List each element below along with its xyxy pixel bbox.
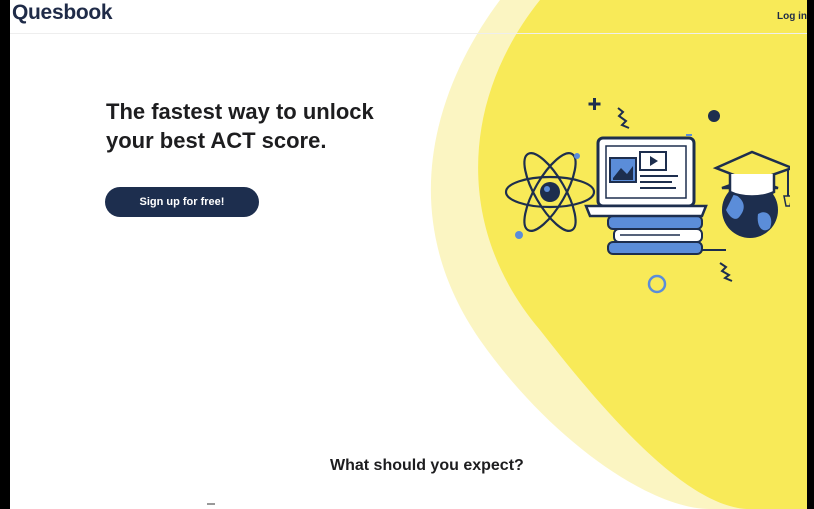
laptop-icon: [584, 136, 708, 218]
dot-icon: [708, 110, 720, 122]
circle-icon: [647, 274, 667, 294]
study-illustration: [504, 98, 790, 294]
browser-viewport: Quesbook Log in The fastest way to unloc…: [0, 0, 814, 509]
scroll-indicator: [207, 503, 215, 505]
section-title-expect: What should you expect?: [330, 457, 524, 474]
graduation-cap-icon: [712, 150, 790, 238]
hero-headline: The fastest way to unlock your best ACT …: [106, 99, 374, 153]
login-link[interactable]: Log in: [777, 11, 807, 22]
atom-icon: [504, 152, 596, 232]
quesbook-logo[interactable]: Quesbook: [12, 1, 113, 25]
landing-page: Quesbook Log in The fastest way to unloc…: [10, 0, 807, 509]
zigzag-icon: [617, 107, 630, 129]
plus-icon: [588, 98, 601, 110]
books-icon: [607, 215, 726, 255]
site-header: Quesbook Log in: [10, 0, 807, 34]
signup-button[interactable]: Sign up for free!: [105, 187, 259, 217]
zigzag-icon-2: [719, 262, 733, 282]
